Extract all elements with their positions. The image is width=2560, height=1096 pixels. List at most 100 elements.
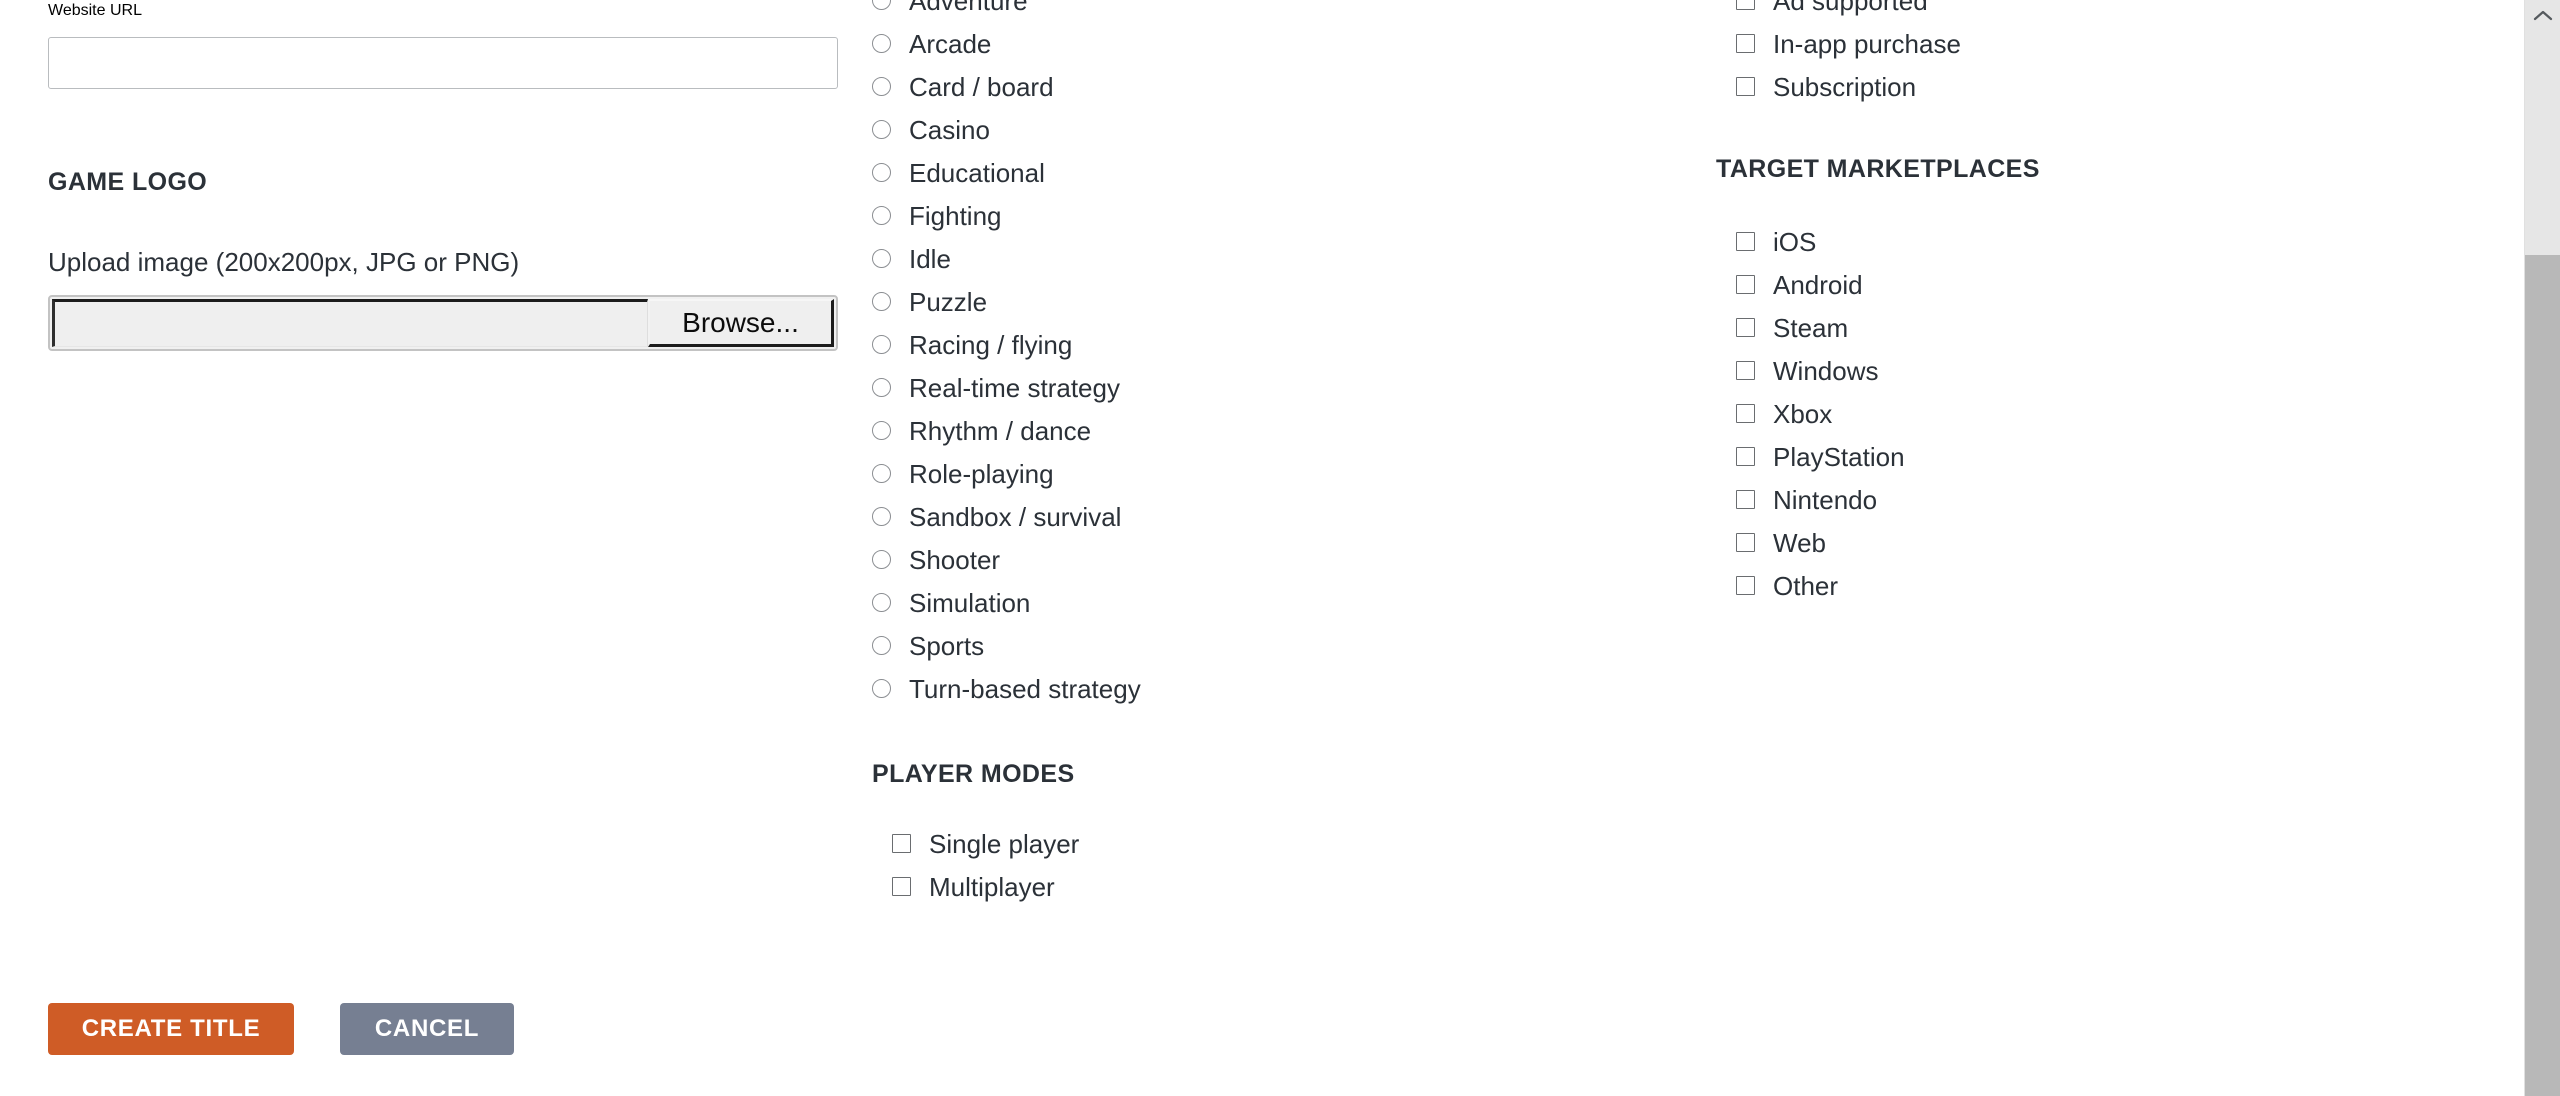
- genre-option-fighting[interactable]: Fighting: [872, 194, 1141, 237]
- form-actions: CREATE TITLE CANCEL: [48, 1003, 514, 1055]
- logo-file-upload-widget[interactable]: Browse...: [48, 295, 838, 351]
- checkbox-unchecked-icon[interactable]: [1736, 404, 1755, 423]
- marketplace-option-xbox[interactable]: Xbox: [1736, 392, 1905, 435]
- website-url-input[interactable]: [48, 37, 838, 89]
- genre-option-turn-based-strategy[interactable]: Turn-based strategy: [872, 667, 1141, 710]
- radio-unchecked-icon[interactable]: [872, 163, 891, 182]
- marketplace-option-label: Web: [1773, 527, 1826, 558]
- website-url-label: Website URL: [48, 2, 142, 19]
- monetization-option-ad-supported[interactable]: Ad supported: [1736, 0, 1961, 22]
- checkbox-unchecked-icon[interactable]: [1736, 34, 1755, 53]
- page-root: Website URL GAME LOGO Upload image (200x…: [0, 0, 2560, 1096]
- checkbox-unchecked-icon[interactable]: [1736, 576, 1755, 595]
- genre-option-simulation[interactable]: Simulation: [872, 581, 1141, 624]
- genre-option-racing-flying[interactable]: Racing / flying: [872, 323, 1141, 366]
- radio-unchecked-icon[interactable]: [872, 593, 891, 612]
- logo-file-path-input[interactable]: [52, 299, 648, 347]
- genre-option-card-board[interactable]: Card / board: [872, 65, 1141, 108]
- genre-option-label: Rhythm / dance: [909, 415, 1092, 446]
- marketplace-option-label: Nintendo: [1773, 484, 1878, 515]
- genre-option-shooter[interactable]: Shooter: [872, 538, 1141, 581]
- genre-option-label: Adventure: [909, 0, 1028, 16]
- radio-unchecked-icon[interactable]: [872, 550, 891, 569]
- radio-unchecked-icon[interactable]: [872, 292, 891, 311]
- radio-unchecked-icon[interactable]: [872, 421, 891, 440]
- monetization-checkbox-group: Ad supported In-app purchase Subscriptio…: [1736, 0, 1961, 108]
- genre-option-adventure[interactable]: Adventure: [872, 0, 1141, 22]
- radio-unchecked-icon[interactable]: [872, 77, 891, 96]
- form-scroll-viewport: Website URL GAME LOGO Upload image (200x…: [0, 0, 2524, 1096]
- radio-unchecked-icon[interactable]: [872, 120, 891, 139]
- genre-option-idle[interactable]: Idle: [872, 237, 1141, 280]
- player-mode-option-single-player[interactable]: Single player: [892, 822, 1079, 865]
- marketplace-option-steam[interactable]: Steam: [1736, 306, 1905, 349]
- scroll-up-button[interactable]: [2525, 0, 2560, 30]
- genre-option-rhythm-dance[interactable]: Rhythm / dance: [872, 409, 1141, 452]
- radio-unchecked-icon[interactable]: [872, 249, 891, 268]
- radio-unchecked-icon[interactable]: [872, 636, 891, 655]
- genre-option-label: Shooter: [909, 544, 1001, 575]
- player-mode-option-multiplayer[interactable]: Multiplayer: [892, 865, 1079, 908]
- genre-option-label: Card / board: [909, 71, 1054, 102]
- player-modes-heading: PLAYER MODES: [872, 760, 1075, 788]
- scrollbar-thumb[interactable]: [2525, 255, 2560, 1096]
- genre-option-label: Sandbox / survival: [909, 501, 1122, 532]
- checkbox-unchecked-icon[interactable]: [1736, 447, 1755, 466]
- marketplace-option-label: Steam: [1773, 312, 1849, 343]
- radio-unchecked-icon[interactable]: [872, 507, 891, 526]
- radio-unchecked-icon[interactable]: [872, 335, 891, 354]
- marketplace-option-windows[interactable]: Windows: [1736, 349, 1905, 392]
- genre-option-educational[interactable]: Educational: [872, 151, 1141, 194]
- genre-option-role-playing[interactable]: Role-playing: [872, 452, 1141, 495]
- checkbox-unchecked-icon[interactable]: [1736, 232, 1755, 251]
- marketplace-option-web[interactable]: Web: [1736, 521, 1905, 564]
- checkbox-unchecked-icon[interactable]: [1736, 77, 1755, 96]
- game-logo-heading: GAME LOGO: [48, 168, 208, 196]
- genre-option-sports[interactable]: Sports: [872, 624, 1141, 667]
- logo-browse-button[interactable]: Browse...: [648, 299, 834, 347]
- genre-option-sandbox-survival[interactable]: Sandbox / survival: [872, 495, 1141, 538]
- genre-option-casino[interactable]: Casino: [872, 108, 1141, 151]
- marketplace-option-ios[interactable]: iOS: [1736, 220, 1905, 263]
- cancel-button[interactable]: CANCEL: [340, 1003, 514, 1055]
- monetization-option-label: Ad supported: [1773, 0, 1928, 16]
- checkbox-unchecked-icon[interactable]: [1736, 275, 1755, 294]
- genre-option-label: Casino: [909, 114, 990, 145]
- marketplace-option-label: Android: [1773, 269, 1863, 300]
- genre-option-label: Fighting: [909, 200, 1002, 231]
- monetization-option-subscription[interactable]: Subscription: [1736, 65, 1961, 108]
- checkbox-unchecked-icon[interactable]: [1736, 533, 1755, 552]
- genre-option-label: Educational: [909, 157, 1045, 188]
- genre-option-puzzle[interactable]: Puzzle: [872, 280, 1141, 323]
- marketplace-option-android[interactable]: Android: [1736, 263, 1905, 306]
- radio-unchecked-icon[interactable]: [872, 378, 891, 397]
- checkbox-unchecked-icon[interactable]: [1736, 318, 1755, 337]
- genre-option-label: Sports: [909, 630, 985, 661]
- target-marketplaces-heading: TARGET MARKETPLACES: [1716, 155, 2040, 183]
- radio-unchecked-icon[interactable]: [872, 0, 891, 10]
- vertical-scrollbar[interactable]: [2524, 0, 2560, 1096]
- checkbox-unchecked-icon[interactable]: [892, 834, 911, 853]
- marketplace-option-other[interactable]: Other: [1736, 564, 1905, 607]
- radio-unchecked-icon[interactable]: [872, 34, 891, 53]
- checkbox-unchecked-icon[interactable]: [1736, 490, 1755, 509]
- radio-unchecked-icon[interactable]: [872, 679, 891, 698]
- genre-option-real-time-strategy[interactable]: Real-time strategy: [872, 366, 1141, 409]
- genre-option-arcade[interactable]: Arcade: [872, 22, 1141, 65]
- genre-option-label: Puzzle: [909, 286, 988, 317]
- create-title-button[interactable]: CREATE TITLE: [48, 1003, 294, 1055]
- marketplace-option-playstation[interactable]: PlayStation: [1736, 435, 1905, 478]
- checkbox-unchecked-icon[interactable]: [1736, 0, 1755, 10]
- monetization-option-label: Subscription: [1773, 71, 1917, 102]
- radio-unchecked-icon[interactable]: [872, 206, 891, 225]
- genre-option-label: Role-playing: [909, 458, 1054, 489]
- checkbox-unchecked-icon[interactable]: [892, 877, 911, 896]
- marketplace-option-label: Windows: [1773, 355, 1879, 386]
- chevron-up-icon: [2533, 10, 2553, 21]
- genre-option-label: Simulation: [909, 587, 1031, 618]
- marketplace-option-nintendo[interactable]: Nintendo: [1736, 478, 1905, 521]
- checkbox-unchecked-icon[interactable]: [1736, 361, 1755, 380]
- radio-unchecked-icon[interactable]: [872, 464, 891, 483]
- monetization-option-in-app-purchase[interactable]: In-app purchase: [1736, 22, 1961, 65]
- player-mode-option-label: Single player: [929, 828, 1080, 859]
